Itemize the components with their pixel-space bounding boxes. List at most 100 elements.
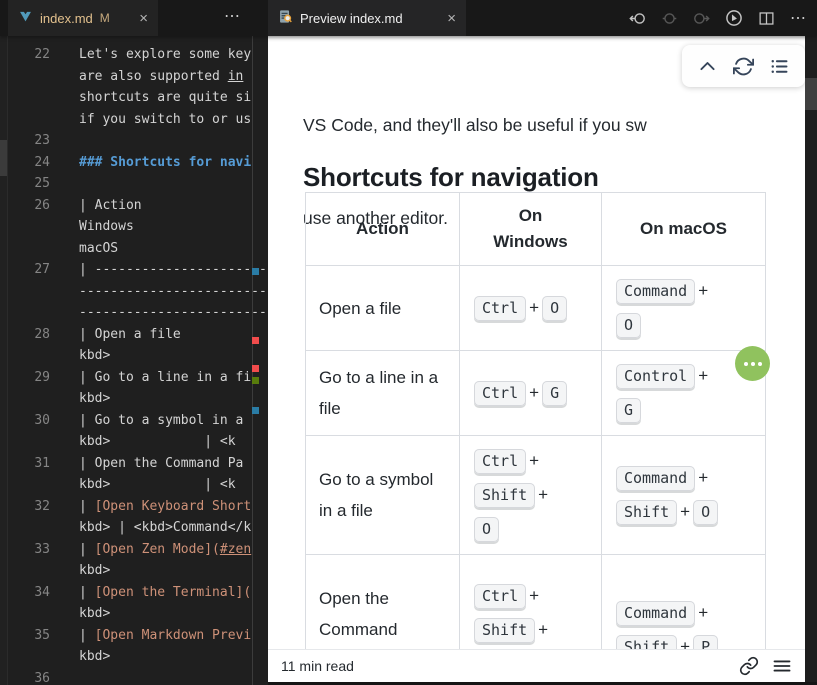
tab-index-md[interactable]: index.md M × [8, 0, 158, 36]
editor-left-scrollbar[interactable] [0, 36, 8, 685]
run-icon[interactable] [725, 9, 743, 27]
code-segment: kbd> [79, 563, 110, 578]
kbd-chip: Shift [474, 618, 535, 643]
more-actions-icon[interactable]: ⋯ [790, 8, 807, 28]
overview-ruler-mark [252, 377, 259, 384]
editor-line: 22Let's explore some key [0, 44, 268, 66]
kbd-chip: P [693, 635, 718, 651]
code-segment: [Open Keyboard Short [95, 499, 252, 514]
kbd-chip: G [616, 398, 641, 423]
code-segment: kbd> [79, 606, 110, 621]
action-cell: Go to a line in a file [306, 351, 460, 436]
macos-keys-cell: Command+Shift+P [602, 555, 766, 651]
line-text: | [Open Keyboard Short [79, 496, 251, 518]
close-icon[interactable]: × [139, 11, 148, 26]
plus-separator: + [695, 468, 711, 487]
editor-line: 27| ------------------------ [0, 259, 268, 281]
table-row: Open the Command PaletteCtrl+Shift+PComm… [306, 555, 766, 651]
line-text: | Go to a symbol in a [79, 410, 243, 432]
line-text: kbd> [79, 560, 110, 582]
line-text: are also supported in [79, 66, 243, 88]
kbd-chip: Ctrl [474, 584, 526, 609]
code-segment: | [79, 499, 95, 514]
tab-preview-index-md[interactable]: Preview index.md × [268, 0, 466, 36]
table-header-row: ActionOn WindowsOn macOS [306, 193, 766, 266]
line-text: | ------------------------ [79, 259, 268, 281]
editor-line: 28| Open a file [0, 324, 268, 346]
code-segment: in [228, 69, 244, 84]
editor-line: Windows [0, 216, 268, 238]
overview-ruler-mark [252, 407, 259, 414]
line-text: ### Shortcuts for navi [79, 152, 251, 174]
read-time: 11 min read [281, 658, 354, 674]
editor-line: kbd> [0, 388, 268, 410]
key-line: Command+ [616, 274, 751, 308]
table-row: Open a fileCtrl+OCommand+O [306, 266, 766, 351]
code-segment: Let's explore some key [79, 47, 251, 62]
navigate-forward-icon[interactable] [693, 10, 710, 27]
scrollbar-thumb[interactable] [805, 78, 817, 110]
close-icon[interactable]: × [447, 11, 456, 26]
line-text: macOS [79, 238, 118, 260]
kbd-chip: Command [616, 279, 695, 304]
editor-line: if you switch to or us [0, 109, 268, 131]
key-line: Shift+ [474, 613, 587, 647]
preview-scrollbar[interactable] [805, 36, 817, 682]
code-segment: kbd> [79, 348, 110, 363]
kbd-chip: Ctrl [474, 449, 526, 474]
plus-separator: + [695, 281, 711, 300]
action-cell: Open a file [306, 266, 460, 351]
editor-line: kbd> [0, 646, 268, 668]
editor-line: shortcuts are quite si [0, 87, 268, 109]
link-icon[interactable] [739, 656, 759, 676]
key-line: Shift+O [616, 495, 751, 529]
circle-icon[interactable] [661, 10, 678, 27]
line-text: kbd> [79, 603, 110, 625]
assistant-bubble-button[interactable] [735, 346, 770, 381]
modified-badge: M [100, 11, 110, 25]
kbd-chip: Command [616, 601, 695, 626]
navigate-back-icon[interactable] [629, 10, 646, 27]
key-line: O [474, 512, 587, 546]
refresh-icon[interactable] [733, 56, 754, 77]
code-segment: shortcuts are quite si [79, 90, 251, 105]
column-header: On macOS [602, 193, 766, 266]
code-segment: [Open the Terminal]( [95, 585, 252, 600]
collapse-icon[interactable] [697, 56, 718, 77]
editor-line: -------------------------- [0, 302, 268, 324]
editor-line: 23 [0, 130, 268, 152]
plus-separator: + [526, 298, 542, 317]
plus-separator: + [526, 586, 542, 605]
editor-line: macOS [0, 238, 268, 260]
line-text: kbd> | <k [79, 431, 236, 453]
paragraph-line: VS Code, and they'll also be useful if y… [303, 110, 647, 141]
plus-separator: + [535, 620, 551, 639]
editor-line: 36 [0, 668, 268, 685]
editor-line: 29| Go to a line in a fi [0, 367, 268, 389]
key-line: G [616, 393, 751, 427]
key-line: O [616, 308, 751, 342]
line-text: kbd> [79, 345, 110, 367]
code-segment: | [79, 542, 95, 557]
plus-separator: + [677, 502, 693, 521]
outline-list-icon[interactable] [769, 56, 790, 77]
code-segment: | Open a file [79, 327, 181, 342]
table-row: Go to a line in a fileCtrl+GControl+G [306, 351, 766, 436]
line-text: | Open a file [79, 324, 181, 346]
kbd-chip: Control [616, 364, 695, 389]
line-text: if you switch to or us [79, 109, 251, 131]
macos-keys-cell: Command+Shift+O [602, 436, 766, 555]
editor-line: -------------------------- [0, 281, 268, 303]
code-segment: | Go to a symbol in a [79, 413, 243, 428]
code-segment: #zen [220, 542, 251, 557]
split-editor-icon[interactable] [758, 10, 775, 27]
dot [744, 362, 748, 366]
menu-icon[interactable] [772, 656, 792, 676]
code-editor[interactable]: 22Let's explore some keyare also support… [0, 36, 268, 685]
code-segment: Windows [79, 219, 134, 234]
editor-line: kbd> | <k [0, 431, 268, 453]
preview-floating-toolbar [682, 45, 805, 87]
kbd-chip: O [542, 296, 567, 321]
editor-actions-overflow-icon[interactable]: ⋯ [224, 6, 241, 26]
editor-line: kbd> | <kbd>Command</k [0, 517, 268, 539]
